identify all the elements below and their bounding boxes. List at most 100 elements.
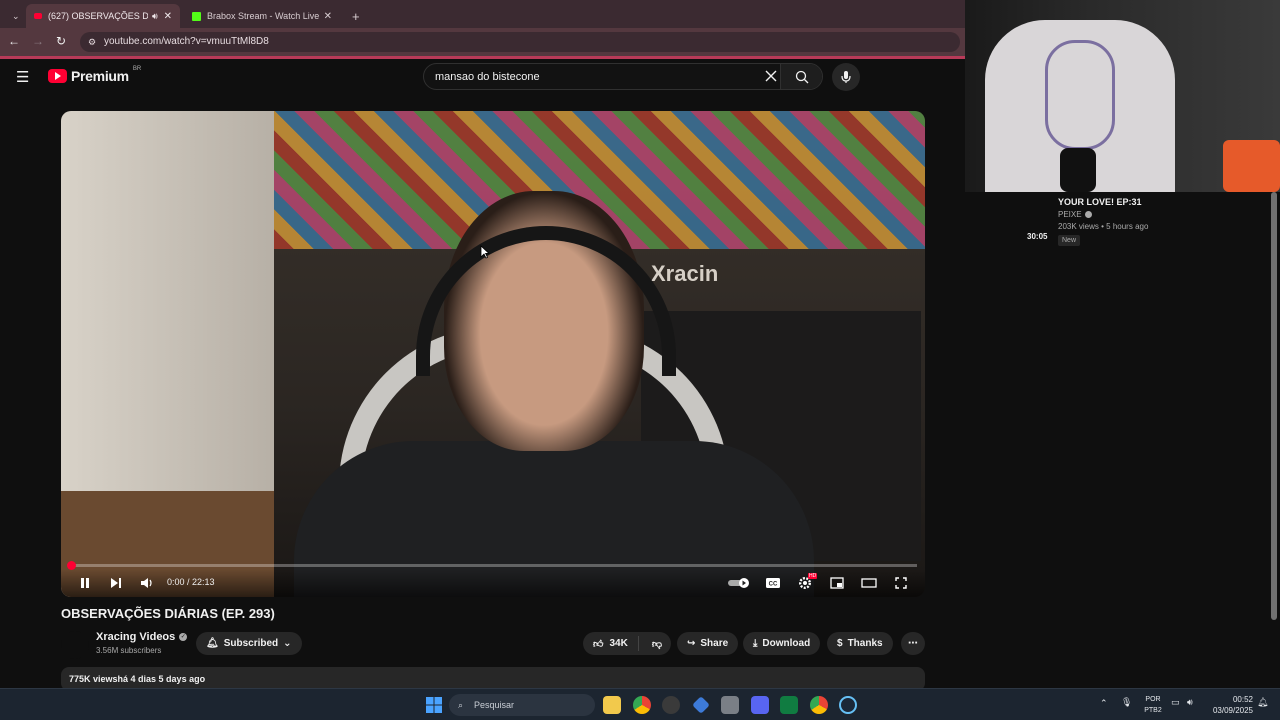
tab-youtube[interactable]: (627) OBSERVAÇÕES DIÁRIAS 🔊︎ ✕ [26,4,180,28]
youtube-play-icon [48,69,67,83]
autoplay-toggle[interactable] [727,573,751,593]
player-controls: 0:00 / 22:13 CC HD [61,569,925,597]
toolbar-divider [0,56,965,59]
search-box[interactable]: mansao do bistecone [423,63,823,90]
forward-arrow-icon[interactable]: → [32,34,44,48]
webcam-overlay [965,0,1280,192]
pause-button[interactable] [75,573,95,593]
speaker-icon: 🔊︎ [152,10,158,21]
share-icon: ↪ [687,638,696,649]
volume-button[interactable] [137,573,157,593]
like-count: 34K [609,638,628,649]
network-icon[interactable]: ▭ [1171,697,1180,708]
like-button[interactable]: 👍︎ 34K [583,636,639,651]
download-icon: ⤓ [753,638,758,649]
subscribed-button[interactable]: 🔔︎ Subscribed ⌄ [196,632,302,655]
chrome-profile-icon[interactable] [810,696,828,714]
page-scrollbar[interactable] [1271,192,1277,620]
autoplay-toggle-icon [728,578,749,588]
discord-icon[interactable] [751,696,769,714]
share-label: Share [700,638,729,649]
svg-text:CC: CC [769,582,778,588]
next-button[interactable] [106,573,126,593]
app-cube-icon[interactable] [721,696,739,714]
channel-name[interactable]: Xracing Videos ✓ [96,631,188,643]
youtube-premium-logo[interactable]: Premium BR [48,66,141,84]
steam-icon[interactable] [839,696,857,714]
system-clock[interactable]: 00:52 03/09/2025 [1205,694,1253,716]
clear-search-icon[interactable] [764,69,778,88]
miniplayer-button[interactable] [827,573,847,593]
plus-icon: + [352,8,360,24]
video-player[interactable]: Xracin 0:00 / 22:13 CC HD [61,111,925,597]
tab-list-button[interactable]: ⌄ [4,4,22,28]
more-actions-button[interactable]: ⋯ [901,632,925,655]
miniplayer-icon [830,577,844,589]
recommendation-channel-row: PEIXE [1058,210,1148,219]
pause-icon [81,578,89,588]
reload-icon[interactable]: ↻ [56,34,66,48]
microphone-icon[interactable]: 🎙︎ [1121,697,1132,708]
subscribed-label: Subscribed [223,638,279,649]
recommendation-meta: 203K views • 5 hours ago [1058,222,1149,231]
recommendation-item[interactable]: YOUR LOVE! EP:31 PEIXE 203K views • 5 ho… [1058,197,1148,246]
thumbs-down-icon: 👎︎ [651,638,662,650]
fullscreen-button[interactable] [891,573,911,593]
back-arrow-icon[interactable]: ← [8,34,20,48]
voice-search-button[interactable] [832,63,860,91]
file-explorer-icon[interactable] [603,696,621,714]
chevron-down-icon: ⌄ [12,10,20,21]
verified-icon: ✓ [179,633,188,641]
speaker-icon[interactable]: 🔊︎ [1187,697,1193,708]
closed-captions-icon: CC [766,578,780,588]
tab-brabox[interactable]: Brabox Stream - Watch Live on ✕ [184,4,340,28]
address-bar-input[interactable]: ⚙︎ youtube.com/watch?v=vmuuTtMl8D8 [80,32,960,52]
channel-name-text: Xracing Videos [96,631,176,643]
search-button[interactable] [780,64,822,89]
close-icon[interactable]: ✕ [164,11,172,22]
logo-text: Premium [71,68,129,84]
settings-button[interactable]: HD [795,573,818,593]
thanks-button[interactable]: $ Thanks [827,632,893,655]
download-label: Download [762,638,811,649]
time-display: 0:00 / 22:13 [167,577,215,587]
fullscreen-icon [895,577,907,589]
video-title: OBSERVAÇÕES DIÁRIAS (EP. 293) [61,606,275,621]
windows-start-icon[interactable] [426,697,442,713]
app-diamond-icon[interactable] [692,696,710,714]
chevron-down-icon: ⌄ [283,638,292,649]
volume-icon [141,578,152,588]
theater-mode-icon [861,578,877,588]
chevron-up-icon[interactable]: ⌃ [1100,698,1108,709]
clock-date: 03/09/2025 [1212,706,1253,715]
menu-icon[interactable]: ☰ [16,68,29,86]
dislike-button[interactable]: 👎︎ [644,638,670,650]
windows-taskbar: ⌕ Pesquisar ⌃ 🎙︎ POR PTB2 ▭ 🔊︎ 00:52 03/… [0,688,1280,720]
obs-icon[interactable] [662,696,680,714]
chrome-icon[interactable] [633,696,651,714]
microphone-icon [841,71,851,83]
download-button[interactable]: ⤓ Download [743,632,821,655]
input-language[interactable]: POR PTB2 [1141,694,1165,716]
channel-avatar[interactable] [61,631,89,659]
subscriber-count: 3.56M subscribers [96,646,162,655]
progress-bar[interactable] [66,561,917,570]
webcam-cup [1223,140,1280,192]
search-icon [795,70,808,83]
new-tab-button[interactable]: + [344,4,364,28]
captions-button[interactable]: CC [763,573,783,593]
recommendation-channel: PEIXE [1058,210,1082,219]
share-button[interactable]: ↪ Share [677,632,739,655]
excel-icon[interactable] [780,696,798,714]
search-input[interactable]: mansao do bistecone [435,64,540,90]
hd-badge: HD [808,573,818,579]
search-icon: ⌕ [458,700,464,710]
keyboard-layout: PTB2 [1144,707,1162,714]
notification-bell-icon[interactable]: 🔔︎ [1257,697,1268,708]
webcam-shirt-print [1045,40,1115,150]
taskbar-search[interactable]: ⌕ Pesquisar [449,694,595,716]
close-icon[interactable]: ✕ [324,11,332,22]
site-info-icon[interactable]: ⚙︎ [88,32,96,52]
theater-mode-button[interactable] [859,573,879,593]
taskbar-search-placeholder: Pesquisar [474,700,515,710]
